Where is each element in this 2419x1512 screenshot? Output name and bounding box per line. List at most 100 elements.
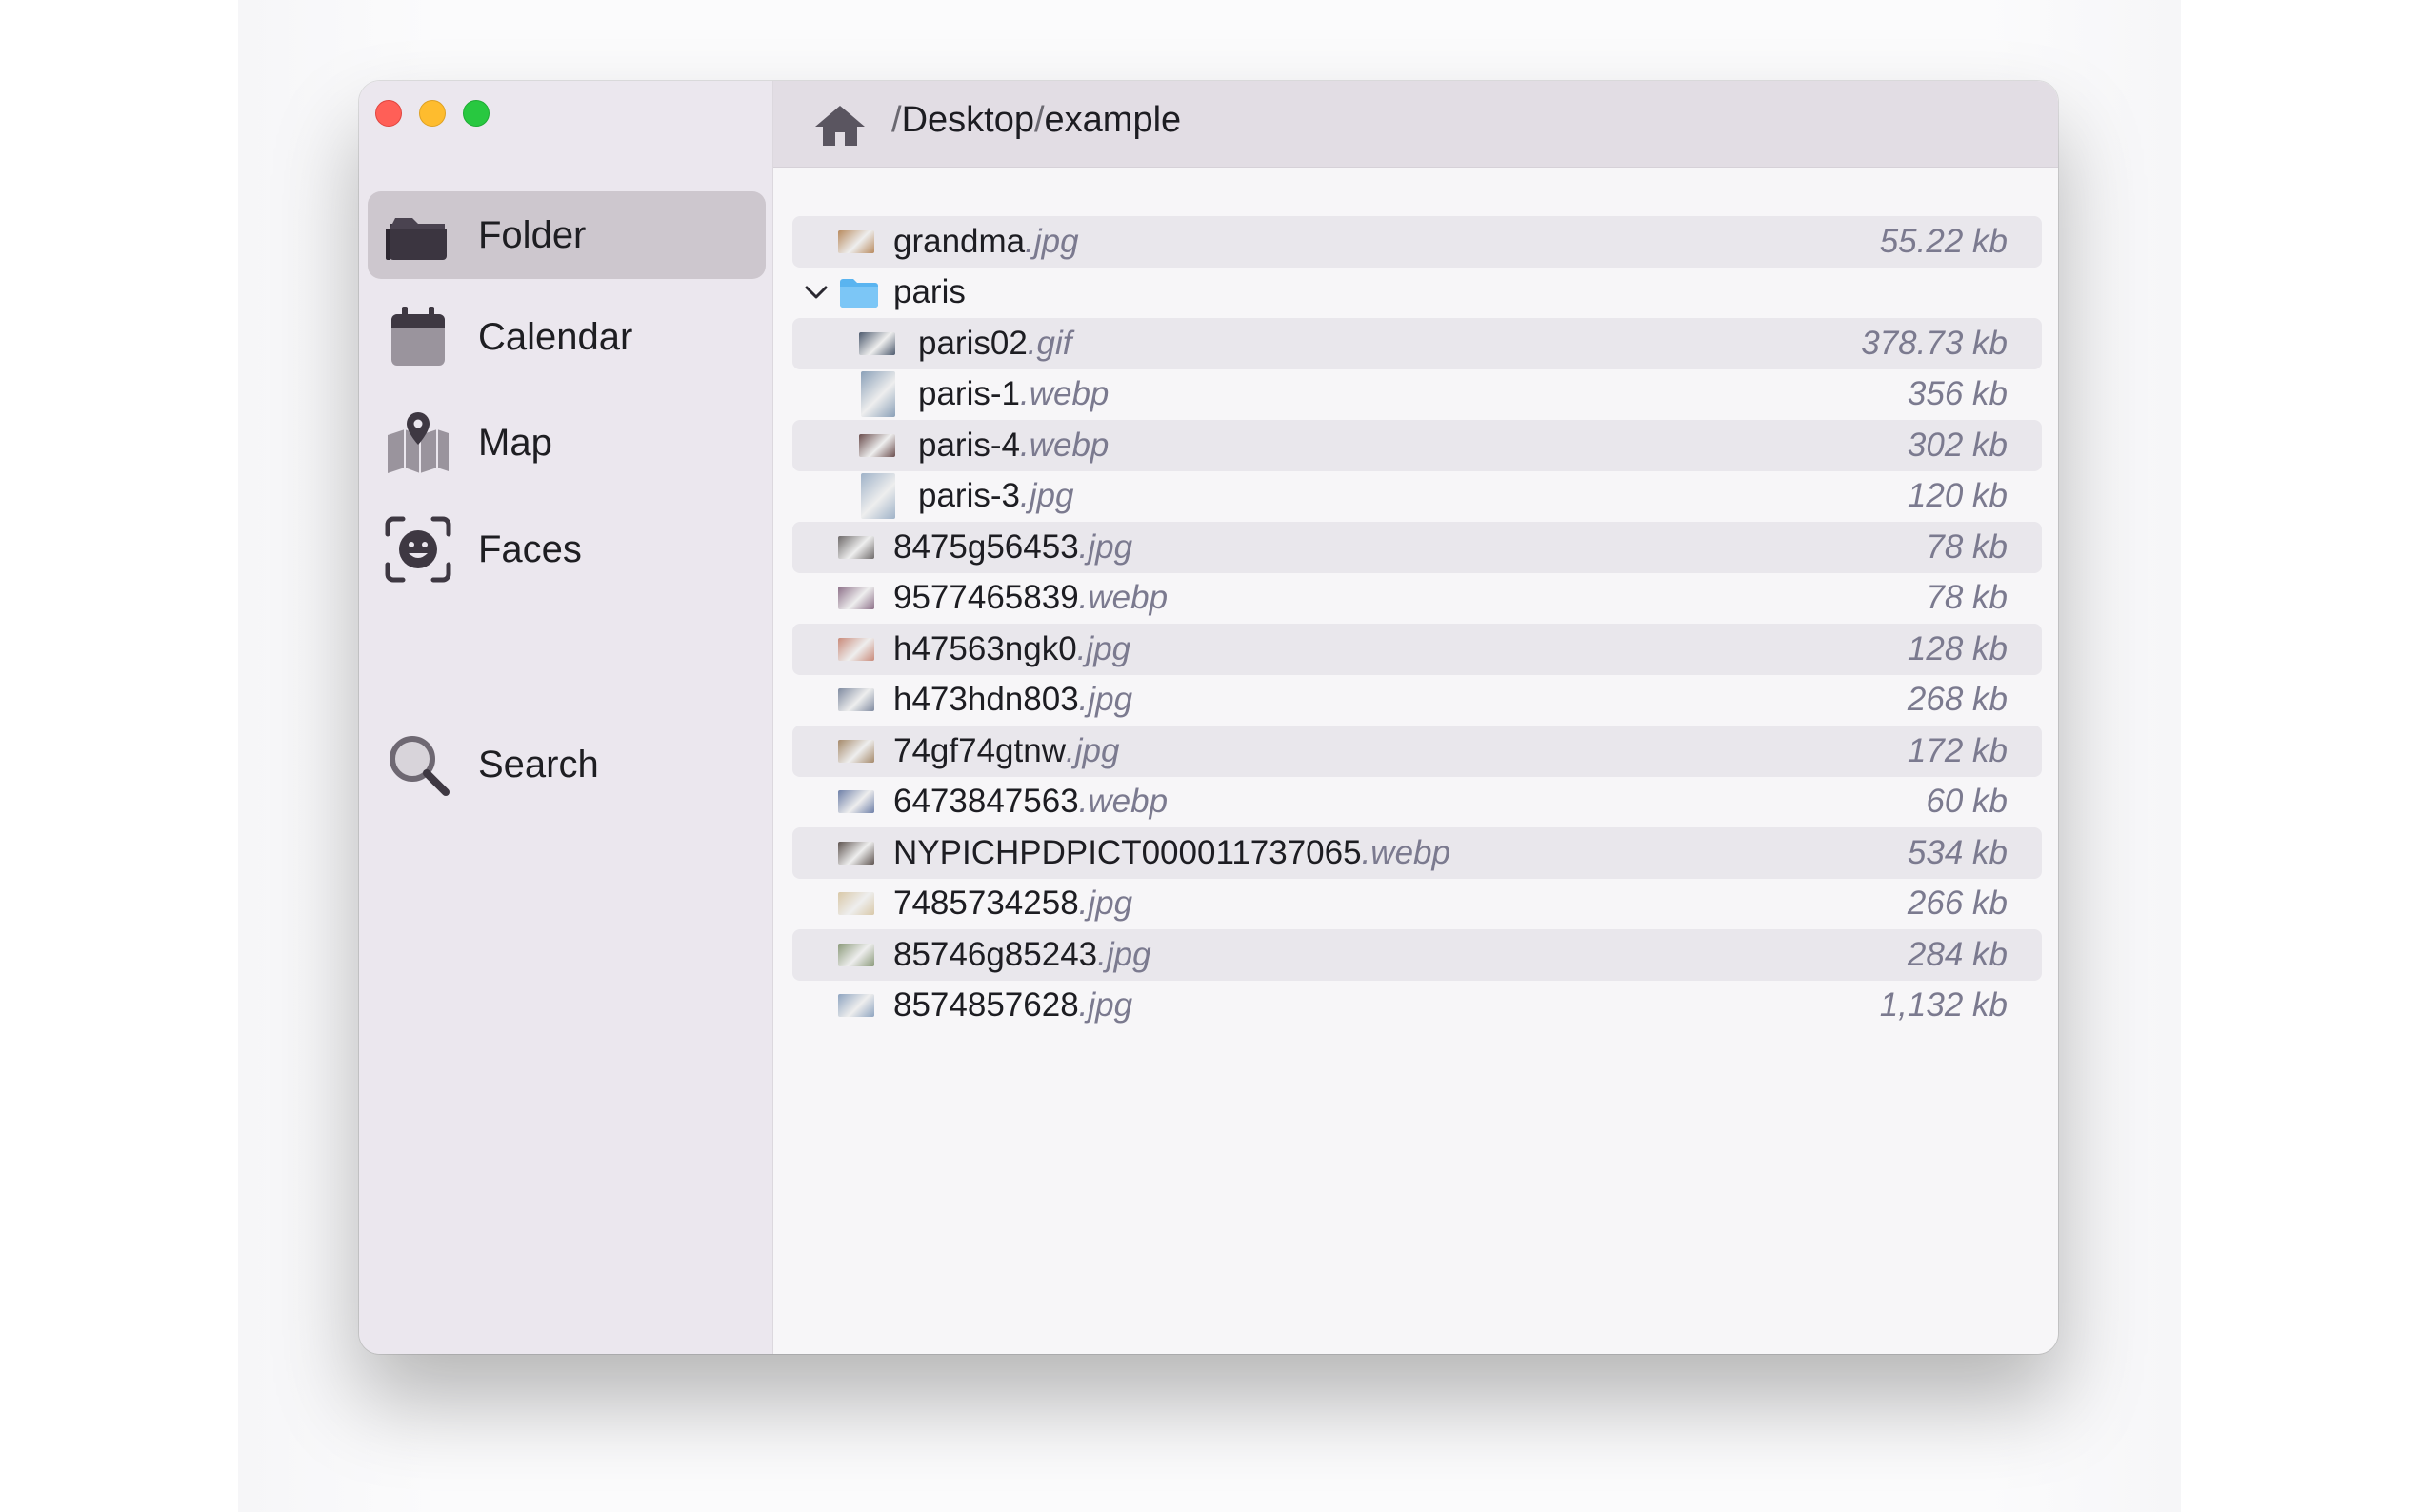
file-row[interactable]: 8574857628.jpg 1,132 kb [792, 981, 2042, 1032]
file-extension: .jpg [1019, 477, 1074, 515]
file-name: 8574857628 [893, 986, 1079, 1025]
image-thumbnail [838, 637, 874, 661]
sidebar-item-search[interactable]: Search [368, 721, 766, 808]
sidebar-item-folder[interactable]: Folder [368, 191, 766, 279]
file-row[interactable]: 6473847563.webp 60 kb [792, 777, 2042, 828]
file-extension: .jpg [1078, 527, 1133, 566]
image-thumbnail [859, 331, 895, 355]
sidebar-item-label: Folder [478, 213, 587, 256]
image-thumbnail [861, 371, 895, 418]
file-name: h473hdn803 [893, 681, 1079, 719]
file-row[interactable]: paris02.gif 378.73 kb [792, 318, 2042, 369]
file-row[interactable]: 85746g85243.jpg 284 kb [792, 929, 2042, 981]
file-row[interactable]: 8475g56453.jpg 78 kb [792, 522, 2042, 573]
file-row[interactable]: paris-3.jpg 120 kb [792, 471, 2042, 523]
image-thumbnail [838, 535, 874, 559]
folder-icon [386, 218, 447, 260]
file-name: 9577465839 [893, 579, 1079, 617]
file-name-wrapper: 74gf74gtnw.jpg [893, 732, 1119, 770]
folder-row[interactable]: paris [792, 268, 2042, 319]
file-name: NYPICHPDPICT000011737065 [893, 833, 1362, 871]
file-name: 74gf74gtnw [893, 731, 1066, 769]
calendar-icon [391, 307, 445, 366]
file-name: 8475g56453 [893, 527, 1079, 566]
file-name-wrapper: 8475g56453.jpg [893, 528, 1132, 567]
sidebar-item-faces[interactable]: Faces [368, 506, 766, 593]
home-icon[interactable] [813, 102, 867, 148]
file-extension: .webp [1019, 375, 1110, 413]
image-thumbnail [861, 473, 895, 520]
file-name: paris [893, 273, 966, 311]
file-extension: .jpg [1025, 222, 1079, 260]
breadcrumb-separator: / [891, 100, 902, 140]
search-icon [390, 736, 450, 796]
file-row[interactable]: paris-1.webp 356 kb [792, 369, 2042, 421]
file-name: paris-4 [918, 426, 1020, 464]
file-row[interactable]: grandma.jpg 55.22 kb [792, 216, 2042, 268]
file-row[interactable]: h47563ngk0.jpg 128 kb [792, 624, 2042, 675]
file-name-wrapper: NYPICHPDPICT000011737065.webp [893, 834, 1450, 872]
file-row[interactable]: 7485734258.jpg 266 kb [792, 879, 2042, 930]
image-thumbnail [838, 994, 874, 1018]
close-button[interactable] [375, 100, 402, 127]
file-name: 85746g85243 [893, 935, 1098, 973]
file-name-wrapper: 9577465839.webp [893, 579, 1168, 617]
file-extension: .webp [1078, 783, 1169, 821]
sidebar-item-calendar[interactable]: Calendar [368, 293, 766, 381]
image-thumbnail [838, 587, 874, 610]
file-name-wrapper: 6473847563.webp [893, 783, 1168, 821]
file-row[interactable]: 9577465839.webp 78 kb [792, 573, 2042, 625]
file-name-wrapper: paris-3.jpg [918, 477, 1073, 515]
file-row[interactable]: 74gf74gtnw.jpg 172 kb [792, 726, 2042, 777]
file-size: 60 kb [1926, 783, 2008, 821]
window-controls [375, 100, 490, 127]
sidebar-item-label: Calendar [478, 315, 633, 358]
file-name: paris02 [918, 324, 1028, 362]
sidebar-item-label: Faces [478, 527, 582, 570]
file-list: grandma.jpg 55.22 kb paris paris02.gif 378.7… [792, 216, 2042, 1031]
file-row[interactable]: NYPICHPDPICT000011737065.webp 534 kb [792, 827, 2042, 879]
file-size: 268 kb [1907, 681, 2008, 719]
file-size: 128 kb [1907, 629, 2008, 667]
file-name-wrapper: paris-4.webp [918, 427, 1109, 465]
image-thumbnail [838, 943, 874, 966]
image-thumbnail [838, 229, 874, 253]
file-extension: .jpg [1097, 935, 1151, 973]
sidebar-item-map[interactable]: Map [368, 399, 766, 487]
sidebar-item-label: Map [478, 421, 552, 464]
file-size: 266 kb [1907, 885, 2008, 923]
file-size: 534 kb [1907, 833, 2008, 871]
file-size: 356 kb [1907, 375, 2008, 413]
file-size: 78 kb [1926, 527, 2008, 566]
folder-icon [840, 279, 878, 308]
image-thumbnail [838, 841, 874, 865]
file-extension: .gif [1027, 324, 1072, 362]
breadcrumb-item-example[interactable]: example [1045, 100, 1182, 140]
file-name: h47563ngk0 [893, 629, 1077, 667]
file-extension: .jpg [1065, 731, 1120, 769]
map-icon [388, 412, 449, 477]
file-extension: .jpg [1078, 885, 1133, 923]
main-pane: /Desktop/example grandma.jpg 55.22 kb pari… [773, 81, 2058, 1354]
zoom-button[interactable] [463, 100, 490, 127]
file-extension: .webp [1361, 833, 1450, 871]
file-extension: .jpg [1076, 629, 1131, 667]
file-name: 7485734258 [893, 885, 1079, 923]
image-thumbnail [859, 433, 895, 457]
chevron-down-icon[interactable] [802, 278, 830, 307]
file-name: paris-1 [918, 375, 1020, 413]
breadcrumb-item-desktop[interactable]: Desktop [902, 100, 1034, 140]
file-name-wrapper: 7485734258.jpg [893, 885, 1132, 923]
file-row[interactable]: paris-4.webp 302 kb [792, 420, 2042, 471]
file-extension: .jpg [1078, 986, 1133, 1025]
file-extension: .jpg [1078, 681, 1133, 719]
file-name-wrapper: 8574857628.jpg [893, 986, 1132, 1025]
image-thumbnail [838, 739, 874, 763]
file-name-wrapper: h47563ngk0.jpg [893, 630, 1130, 668]
file-name: paris-3 [918, 477, 1020, 515]
path-bar: /Desktop/example [773, 81, 2058, 168]
minimize-button[interactable] [419, 100, 446, 127]
face-scan-icon [385, 516, 451, 583]
file-size: 55.22 kb [1879, 222, 2008, 260]
file-row[interactable]: h473hdn803.jpg 268 kb [792, 675, 2042, 726]
